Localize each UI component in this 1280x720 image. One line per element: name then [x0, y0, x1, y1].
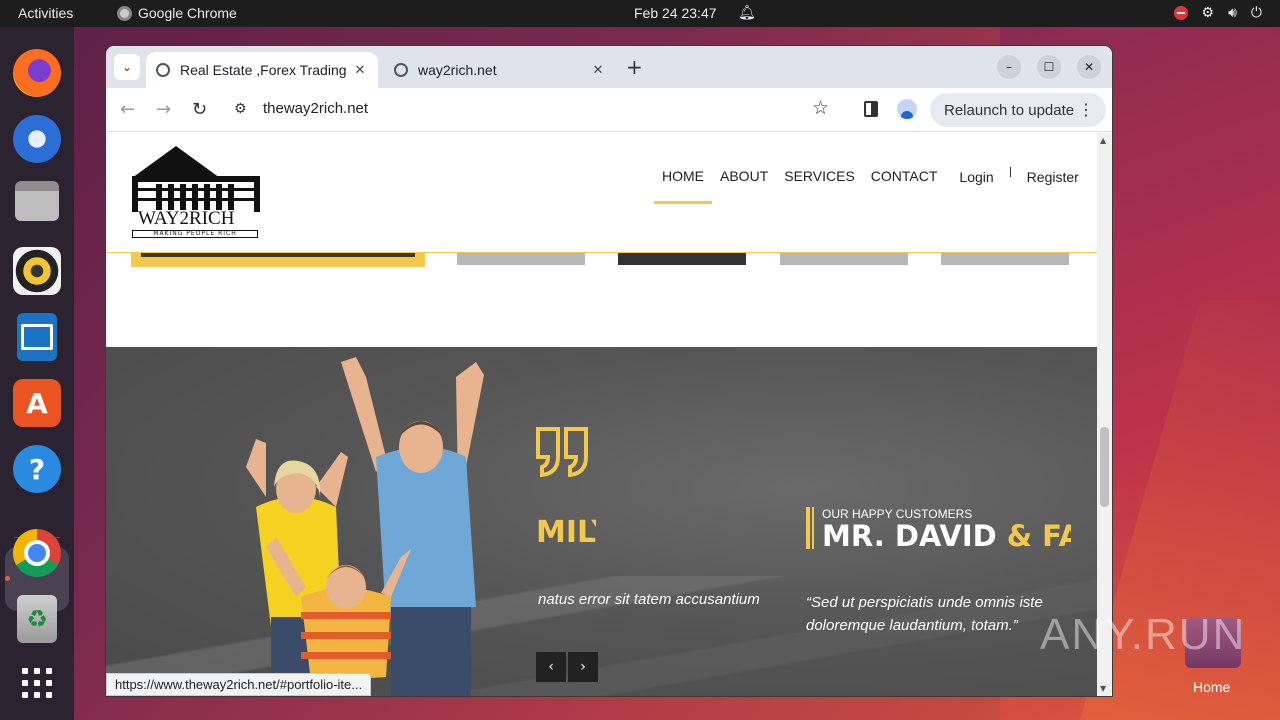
watermark: ANY.RUN [1040, 610, 1247, 659]
relaunch-button[interactable]: Relaunch to update ⋮ [930, 93, 1106, 127]
scroll-up-icon[interactable]: ▲ [1100, 136, 1106, 145]
dock: A ? ♻ [0, 27, 74, 720]
reload-button[interactable]: ↻ [192, 99, 207, 120]
nav-login[interactable]: Login [951, 167, 1001, 185]
show-apps-icon[interactable] [13, 659, 61, 707]
side-panel-icon[interactable] [864, 101, 878, 117]
accent-bar [812, 507, 814, 549]
trash-icon[interactable]: ♻ [17, 595, 57, 643]
tab-title: way2rich.net [418, 62, 497, 78]
testimonial-name-previous: MILY [536, 515, 596, 550]
site-header: WAY2RICH MAKING PEOPLE RICH HOME ABOUT S… [106, 133, 1097, 253]
clock[interactable]: Feb 24 23:47 [634, 5, 717, 21]
home-folder-label: Home [1193, 679, 1231, 695]
nav-services[interactable]: SERVICES [776, 168, 863, 184]
volume-icon: 🔊︎ [1228, 4, 1237, 20]
app-name: Google Chrome [138, 5, 237, 21]
bell-icon: 🔔︎ [738, 4, 756, 20]
house-logo-icon [132, 146, 260, 212]
address-bar[interactable]: theway2rich.net [263, 100, 368, 117]
name-main: MR. DAVID [822, 519, 1007, 551]
portfolio-thumb[interactable] [131, 253, 425, 267]
main-nav: HOME ABOUT SERVICES CONTACT Login Regist… [654, 167, 1087, 204]
nav-about[interactable]: ABOUT [712, 168, 776, 184]
activities-button[interactable]: Activities [18, 5, 73, 21]
app-center-icon[interactable]: A [13, 379, 61, 427]
close-window-button[interactable]: ✕ [1077, 55, 1101, 79]
accent-bar [806, 507, 810, 549]
portfolio-thumb[interactable] [780, 253, 908, 265]
portfolio-thumb[interactable] [457, 253, 585, 265]
family-photo [246, 357, 484, 696]
profile-avatar[interactable] [897, 99, 917, 119]
testimonial-name: MR. DAVID & FAMILY [822, 519, 1071, 551]
testimonial-section: MILY natus error sit tatem accusantium O… [106, 347, 1097, 696]
libreoffice-writer-icon[interactable] [17, 313, 57, 361]
globe-icon [156, 63, 170, 77]
tab-real-estate[interactable]: Real Estate ,Forex Trading ✕ [146, 52, 378, 88]
menu-dots-icon: ⋮ [1078, 102, 1094, 119]
system-tray[interactable]: ⚙︎ 🔊︎ ⏻ [1173, 4, 1262, 21]
bookmark-star-icon[interactable]: ☆ [812, 97, 829, 119]
site-info-icon[interactable]: ⚙ [234, 101, 247, 117]
chrome-icon[interactable] [13, 529, 61, 577]
running-indicator [5, 576, 10, 581]
close-tab-icon[interactable]: ✕ [590, 62, 606, 78]
maximize-button[interactable]: ☐ [1037, 55, 1061, 79]
tab-strip: ⌄ Real Estate ,Forex Trading ✕ way2rich.… [106, 46, 1112, 88]
nav-separator [1009, 167, 1011, 177]
close-tab-icon[interactable]: ✕ [352, 62, 368, 78]
system-top-bar: Activities Google Chrome Feb 24 23:47 🔔︎… [0, 0, 1280, 27]
browser-toolbar: ← → ↻ ⚙ theway2rich.net ☆ Relaunch to up… [106, 88, 1112, 132]
files-icon[interactable] [15, 181, 59, 221]
site-logo[interactable]: WAY2RICH MAKING PEOPLE RICH [132, 146, 260, 238]
link-status-bubble: https://www.theway2rich.net/#portfolio-i… [106, 673, 372, 696]
name-accent: & FAMILY [1006, 519, 1071, 551]
testimonial-quote-previous: natus error sit tatem accusantium [538, 591, 760, 608]
do-not-disturb-icon [1173, 5, 1188, 20]
scrollbar-thumb[interactable] [1100, 427, 1109, 507]
globe-icon [394, 63, 408, 77]
portfolio-thumb[interactable] [941, 253, 1069, 265]
new-tab-button[interactable]: + [626, 55, 643, 79]
nav-contact[interactable]: CONTACT [863, 168, 946, 184]
carousel-prev-button[interactable]: ‹ [536, 652, 566, 682]
power-icon: ⏻ [1250, 4, 1262, 20]
tab-way2rich[interactable]: way2rich.net ✕ [384, 52, 616, 88]
nav-home[interactable]: HOME [654, 168, 712, 204]
testimonial-heading: OUR HAPPY CUSTOMERS MR. DAVID & FAMILY [806, 507, 1071, 551]
nav-register[interactable]: Register [1019, 167, 1087, 185]
rhythmbox-icon[interactable] [13, 247, 61, 295]
logo-name: WAY2RICH [138, 208, 235, 229]
tab-search-button[interactable]: ⌄ [114, 54, 140, 80]
chrome-window: ⌄ Real Estate ,Forex Trading ✕ way2rich.… [106, 46, 1112, 696]
portfolio-thumb[interactable] [618, 253, 746, 265]
minimize-button[interactable]: – [997, 55, 1021, 79]
app-menu[interactable]: Google Chrome [117, 5, 237, 21]
tab-title: Real Estate ,Forex Trading [180, 62, 347, 78]
forward-button[interactable]: → [156, 99, 171, 120]
scroll-down-icon[interactable]: ▼ [1100, 684, 1106, 693]
relaunch-label: Relaunch to update [944, 101, 1075, 119]
firefox-icon[interactable] [13, 49, 61, 97]
help-icon[interactable]: ? [13, 445, 61, 493]
quote-icon [536, 427, 588, 477]
network-icon: ⚙︎ [1201, 4, 1215, 20]
thunderbird-icon[interactable] [13, 115, 61, 163]
back-button[interactable]: ← [120, 99, 135, 120]
carousel-next-button[interactable]: › [568, 652, 598, 682]
page-viewport: WAY2RICH MAKING PEOPLE RICH HOME ABOUT S… [106, 133, 1097, 696]
chrome-icon [117, 5, 132, 21]
logo-tagline: MAKING PEOPLE RICH [132, 230, 258, 238]
